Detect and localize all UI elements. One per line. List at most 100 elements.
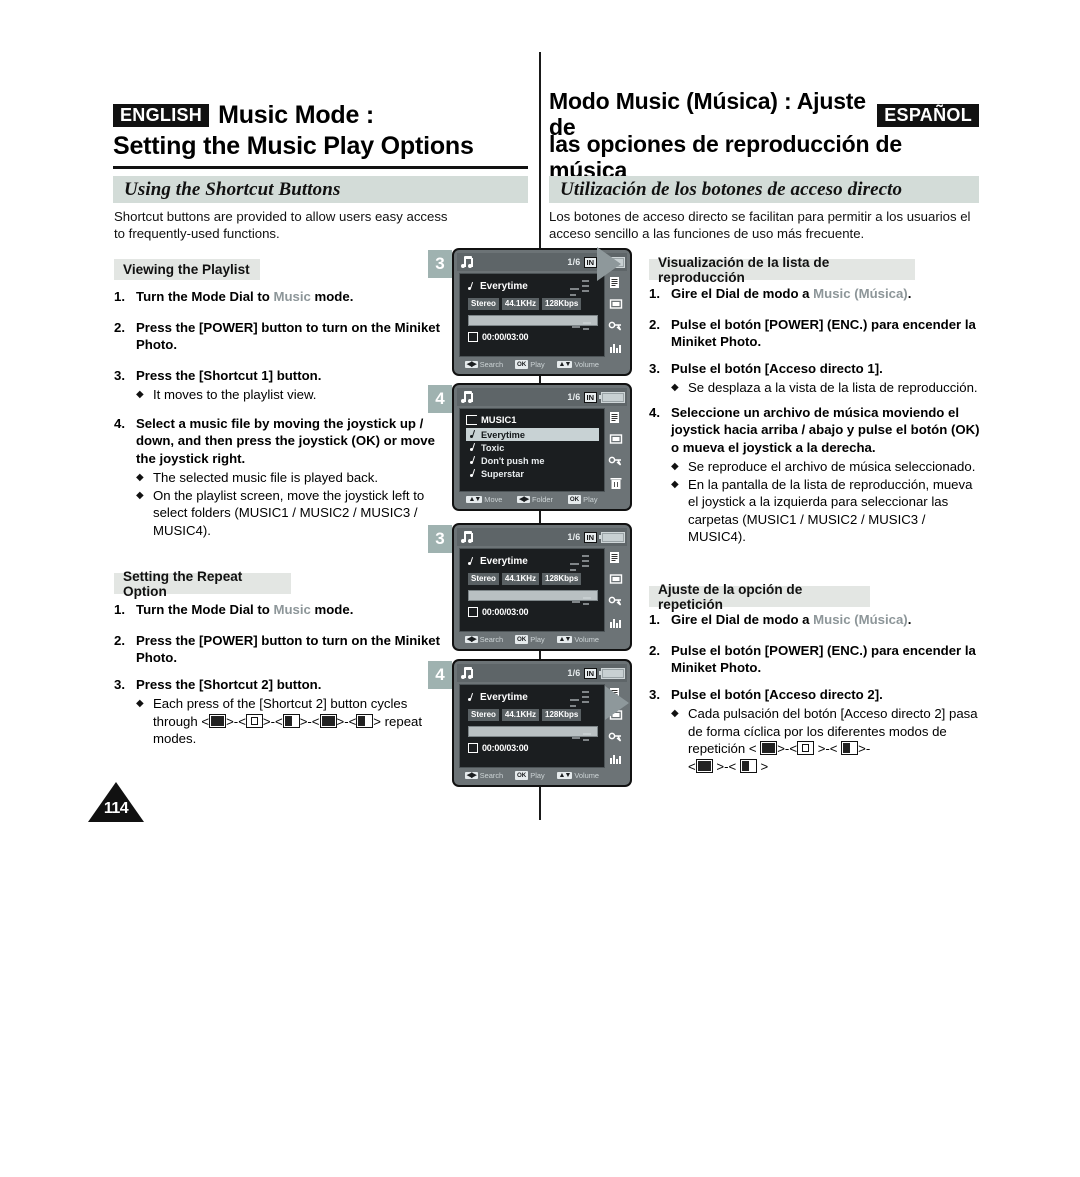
stop-icon [468,607,478,617]
diamond-bullet-icon: ◆ [136,389,144,400]
tag-samplerate: 44.1KHz [501,298,540,310]
sound-off-icon[interactable] [607,594,624,608]
softkey-label: Play [583,494,598,504]
lcd-content-area: MUSIC1 Everytime Toxic Don't push me Sup… [459,408,605,492]
lcd-softkey-bar: ◀▶ Search OK Play ▲▼ Volume [457,357,627,371]
softkey-play[interactable]: OK Play [514,770,545,780]
softkey-folder[interactable]: ◀▶ Folder [517,495,553,504]
equalizer-icon[interactable] [607,752,624,766]
step-number: 2. [649,316,660,332]
track-name: Everytime [481,429,525,440]
equalizer-icon[interactable] [607,341,624,355]
mode-word: Music (Música) [813,612,908,627]
track-title: Everytime [480,281,528,292]
step-text: Select a music file by moving the joysti… [136,415,435,466]
softkey-search[interactable]: ◀▶ Search [464,634,504,644]
header-english: ENGLISH Music Mode : Setting the Music P… [113,100,528,169]
step-text-a: Turn the Mode Dial to [136,602,274,617]
lcd-icon-rail [605,271,626,359]
list-item[interactable]: Superstar [466,467,599,480]
list-item[interactable]: Don't push me [466,454,599,467]
softkey-label: Volume [574,634,600,644]
softkey-label: Move [484,494,503,504]
elapsed-total-time: 00:00/03:00 [482,743,529,753]
step-text: Pulse el botón [POWER] (ENC.) para encen… [671,316,976,350]
softkey-label: Play [530,634,545,644]
sound-off-icon[interactable] [607,319,624,333]
subhead-label: Ajuste de la opción de repetición [658,581,803,612]
list-item[interactable]: Toxic [466,441,599,454]
track-title: Everytime [480,692,528,703]
elapsed-total-time: 00:00/03:00 [482,332,529,342]
tag-channel: Stereo [468,573,499,585]
mode-word: Music (Música) [813,286,908,301]
manual-page: ENGLISH Music Mode : Setting the Music P… [0,0,1080,1177]
repeat-all-icon [760,741,778,755]
list-item[interactable]: Everytime [466,428,599,441]
sound-off-icon[interactable] [607,730,624,744]
step-text: Gire el Dial de modo a Music (Música). [671,611,911,629]
softkey-glyph: ◀▶ [464,635,478,643]
softkey-volume[interactable]: ▲▼ Volume [556,634,600,644]
track-name: Toxic [481,442,505,453]
lcd-softkey-bar: ▲▼ Move ◀▶ Folder OK Play [457,492,627,506]
folder-row[interactable]: MUSIC1 [466,414,599,425]
tag-channel: Stereo [468,298,499,310]
language-tag-english: ENGLISH [113,103,210,127]
file-list-icon[interactable] [607,550,624,564]
softkey-volume[interactable]: ▲▼ Volume [556,359,600,369]
storage-badge: IN [583,256,597,268]
repeat-one-icon [797,741,815,755]
repeat-folder-icon [841,741,859,755]
repeat-one-icon [245,713,263,728]
step-number: 3. [114,676,125,692]
track-title: Everytime [480,556,528,567]
step-text-b: mode. [310,602,354,617]
subhead-repeat-option-en: Setting the Repeat Option [114,569,291,599]
softkey-search[interactable]: ◀▶ Search [464,360,503,369]
softkey-glyph: ▲▼ [466,495,483,503]
softkey-play[interactable]: OK Play [514,634,545,644]
softkey-label: Play [530,359,545,369]
mode-word: Music [273,289,311,304]
bullet-text: The selected music file is played back. [153,470,379,485]
bullet-text: Each press of the [Shortcut 2] button cy… [153,695,454,748]
callout-badge-4a: 4 [428,385,452,413]
step-text-a: Gire el Dial de modo a [671,612,814,627]
subhead-viewing-playlist-en: Viewing the Playlist [114,259,260,280]
battery-icon [598,391,625,403]
callout-badge-4b: 4 [428,661,452,689]
music-note-icon [461,255,476,269]
softkey-label: Search [479,634,504,644]
softkey-volume[interactable]: ▲▼ Volume [556,771,599,780]
step-item: 2. Press the [POWER] button to turn on t… [114,632,454,667]
file-list-icon[interactable] [607,410,624,424]
steps-repeat-spanish: 1. Gire el Dial de modo a Music (Música)… [649,611,981,775]
lcd-content-area: Everytime Stereo 44.1KHz 128Kbps 00:00/0… [459,273,605,357]
step-item: 2. Pulse el botón [POWER] (ENC.) para en… [649,316,981,351]
sound-off-icon[interactable] [607,454,624,468]
callout-badge-3b: 3 [428,525,452,553]
subhead-label: Setting the Repeat Option [123,568,243,599]
music-note-small-icon [468,557,477,566]
folder-icon [466,414,477,425]
repeat-icon[interactable] [607,572,624,586]
trash-icon[interactable] [607,476,624,490]
softkey-label: Volume [574,359,600,369]
step-text: Pulse el botón [Acceso directo 1]. [671,360,883,376]
diamond-bullet-icon: ◆ [671,461,679,472]
mode-word: Music [273,602,311,617]
equalizer-bars-decoration [570,553,600,627]
softkey-play[interactable]: OK Play [567,494,598,504]
play-pointer-arrow [605,686,629,720]
softkey-move[interactable]: ▲▼ Move [466,495,502,504]
repeat-icon[interactable] [607,297,624,311]
bullet-text: It moves to the playlist view. [153,387,317,402]
softkey-search[interactable]: ◀▶ Search [464,771,503,780]
equalizer-icon[interactable] [607,616,624,630]
step-number: 1. [114,289,125,304]
repeat-icon[interactable] [607,432,624,446]
softkey-play[interactable]: OK Play [514,359,545,369]
bullet-item: ◆ On the playlist screen, move the joyst… [136,487,454,540]
step-text: Pulse el botón [Acceso directo 2]. [671,686,883,702]
